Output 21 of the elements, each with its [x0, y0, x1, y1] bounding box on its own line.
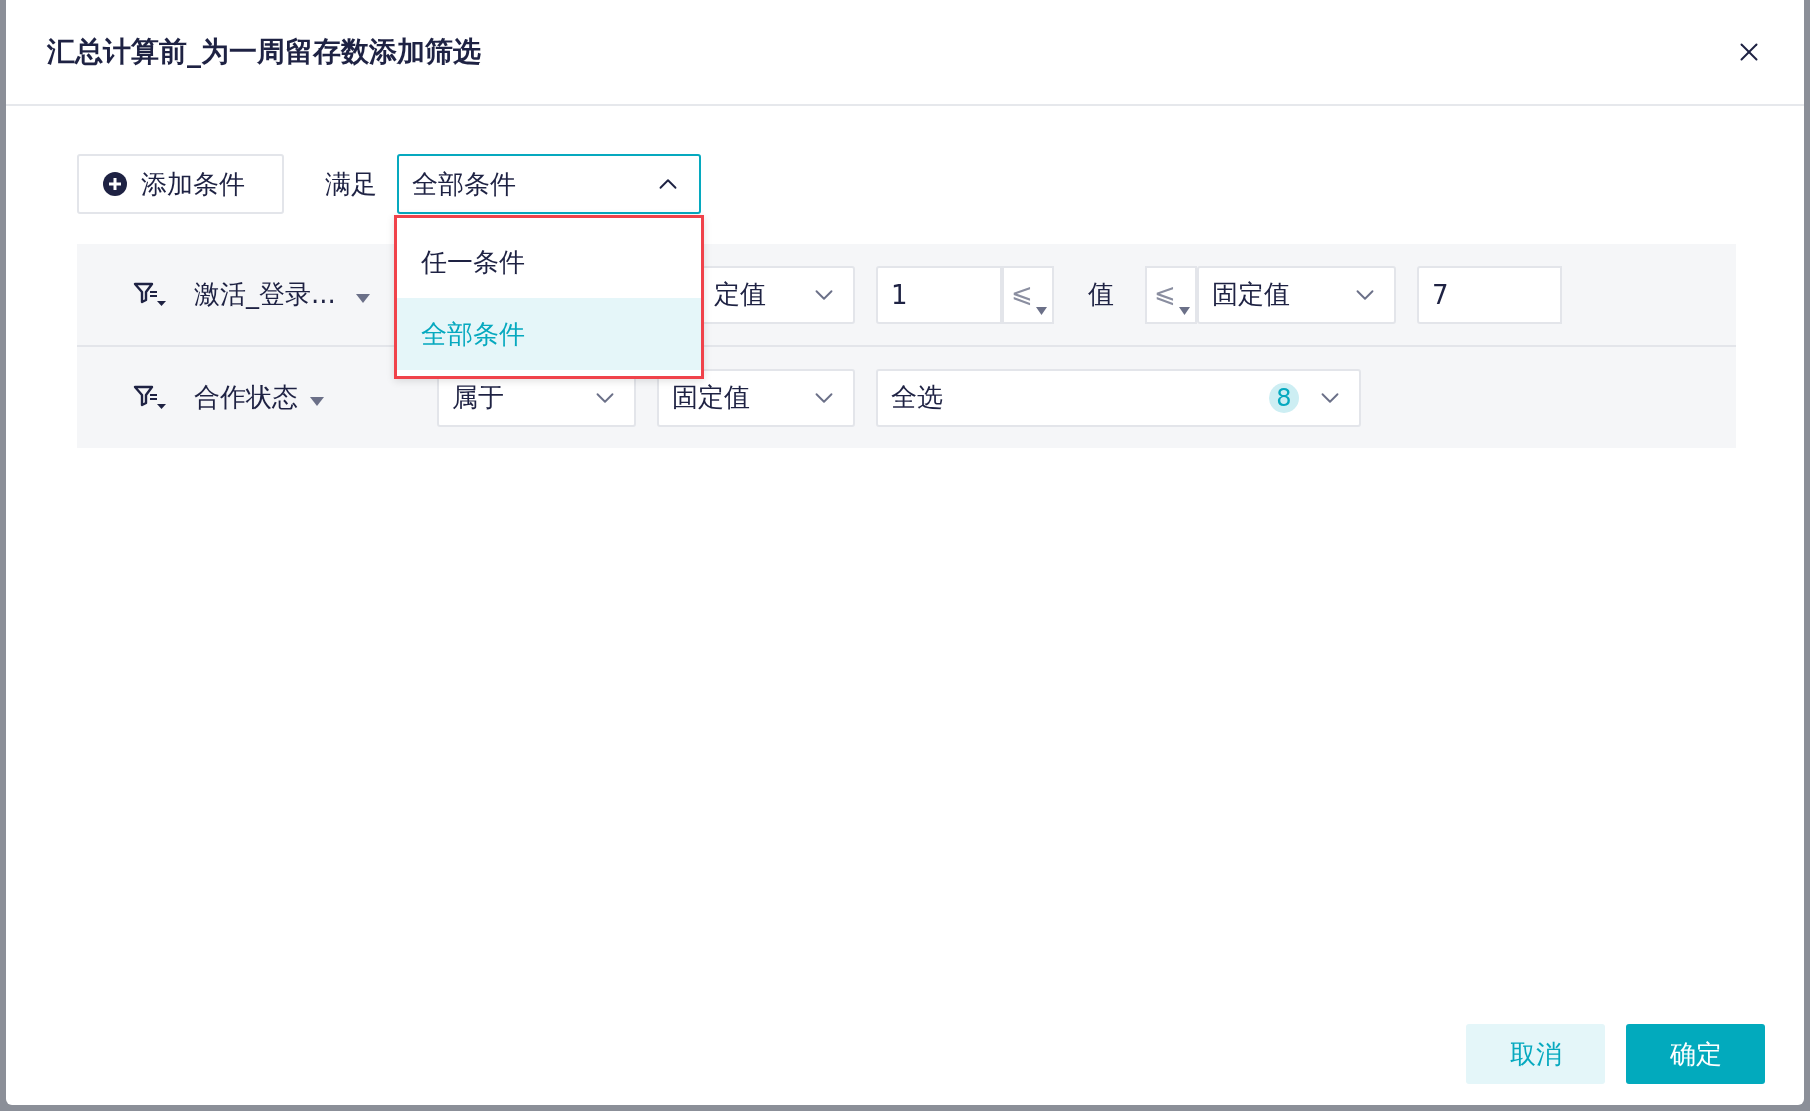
lower-input[interactable]: 1: [876, 265, 1002, 324]
caret-icon[interactable]: [310, 397, 324, 406]
filter-icon[interactable]: [133, 383, 167, 412]
value-label: 值: [1088, 278, 1114, 311]
value-type-select[interactable]: 固定值: [657, 368, 855, 427]
field-name[interactable]: 合作状态: [194, 380, 298, 415]
dropdown-option[interactable]: 任一条件: [397, 226, 701, 298]
match-select[interactable]: 全部条件: [397, 154, 701, 214]
value-select[interactable]: 全选 8: [876, 368, 1361, 427]
add-condition-button[interactable]: 添加条件: [77, 154, 284, 214]
field-name[interactable]: 激活_登录...: [194, 277, 336, 312]
count-badge: 8: [1269, 382, 1299, 413]
filter-icon[interactable]: [133, 280, 167, 309]
match-label: 满足: [325, 167, 377, 201]
upper-input[interactable]: 7: [1417, 265, 1562, 324]
caret-icon[interactable]: [1036, 306, 1047, 315]
caret-icon[interactable]: [355, 294, 370, 303]
dialog-title: 汇总计算前_为一周留存数添加筛选: [47, 34, 481, 70]
value-type-select[interactable]: 固定值: [1197, 265, 1396, 324]
caret-icon[interactable]: [1179, 306, 1190, 315]
plus-circle-icon: [103, 172, 127, 196]
